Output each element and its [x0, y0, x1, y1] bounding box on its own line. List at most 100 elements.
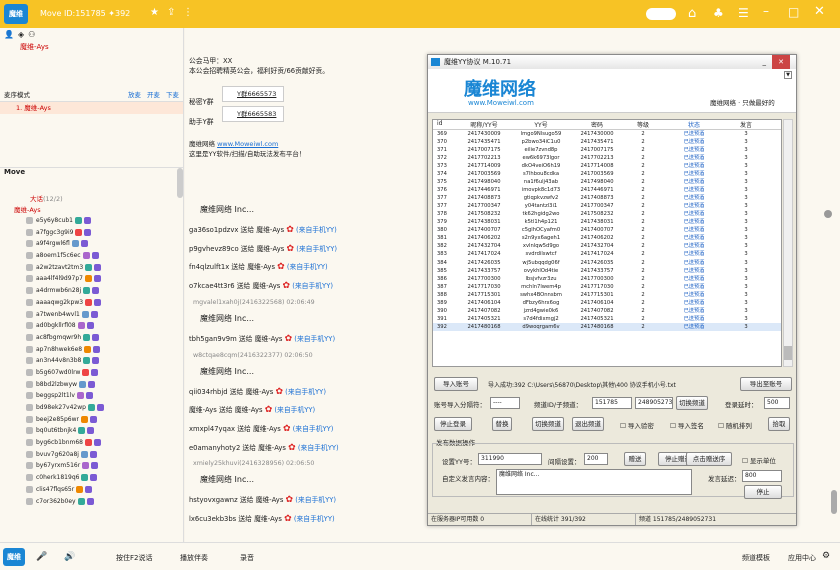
group-link[interactable]: Y群6665583 [222, 106, 284, 122]
mic-icon[interactable]: 🎤 [36, 552, 47, 562]
fetch-button[interactable]: 拾取 [768, 417, 790, 431]
user-list-item[interactable]: a7fggc3g9i9 [0, 227, 183, 239]
dropdown-icon[interactable]: ▼ [784, 71, 792, 79]
record[interactable]: 录音 [240, 553, 254, 563]
table-row[interactable]: 378 2417508232 tk62hgidg2wo 2417508232 2 已送预酒… [433, 210, 781, 218]
login-delay-input[interactable]: 500 [764, 397, 790, 409]
table-row[interactable]: 380 2417400707 c5glhOCyafm0 2417400707 2 已送预酒… [433, 226, 781, 234]
table-row[interactable]: 372 2417702213 ew6k6973lgor 2417702213 2 已送预酒… [433, 154, 781, 162]
shirt-icon[interactable]: ♣ [713, 6, 724, 20]
queue-op-down[interactable]: 下麦 [166, 88, 179, 101]
user-list-item[interactable]: a4drmwb6n28j [0, 285, 183, 297]
table-row[interactable]: 374 2417003569 s7lhbou8cdka 2417003569 2 已送预酒… [433, 170, 781, 178]
column-header[interactable]: id [433, 120, 455, 129]
separator-input[interactable]: ---- [490, 397, 520, 409]
user-list-item[interactable]: a9f4rgwl6fl [0, 238, 183, 250]
table-row[interactable]: 392 2417480168 d9woqrgam6v 2417480168 2 已送预酒 3 [433, 322, 781, 331]
chat-scrollbar[interactable] [831, 490, 837, 514]
shield-icon[interactable]: ◈ [18, 30, 24, 40]
user-icon[interactable]: 👤 [4, 30, 14, 40]
click-gift-button[interactable]: 点击赠送序 [686, 452, 732, 466]
table-row[interactable]: 376 2417446971 imovpk8c1d73 2417446971 2 已送预酒… [433, 186, 781, 194]
queue-op-open[interactable]: 开麦 [147, 88, 160, 101]
send-gift-button[interactable]: 赠送 [624, 452, 646, 466]
table-scrollbar[interactable] [783, 119, 793, 367]
more-icon[interactable]: ⋮ [183, 7, 193, 18]
home-icon[interactable]: ⌂ [688, 6, 696, 21]
column-header[interactable]: 发言 [727, 120, 765, 129]
admin-user[interactable]: 魔维-Ays [0, 204, 183, 215]
user-list-item[interactable]: byg6cb1bnm68 [0, 437, 183, 449]
user-list-item[interactable]: ad0bgkllrfl08 [0, 320, 183, 332]
close-icon[interactable]: ✕ [772, 55, 790, 69]
user-list-item[interactable]: ac8fbgmqwr9h [0, 332, 183, 344]
user-list-item[interactable]: by67yrxm516r [0, 460, 183, 472]
minimize-icon[interactable]: _ [763, 55, 767, 69]
table-row[interactable]: 379 2417438031 k5tl1h4p121 2417438031 2 已送预酒 3 [433, 218, 781, 226]
custom-message-input[interactable]: 魔维网络 Inc... [496, 469, 692, 495]
table-row[interactable]: 369 2417430009 lmgo9Nlsugo59 2417430000 2 已送预… [433, 130, 781, 138]
toggle-switch[interactable] [646, 8, 676, 20]
table-row[interactable]: 383 2417417024 svdrdilswtcf 2417417024 2 已送预酒… [433, 250, 781, 258]
column-header[interactable]: 状态 [661, 120, 727, 129]
column-header[interactable]: 等级 [625, 120, 661, 129]
table-row[interactable]: 377 2417700347 y04tantzl3i1 2417700347 2 已送预酒… [433, 202, 781, 210]
import-button[interactable]: 导入账号 [434, 377, 478, 391]
table-row[interactable]: 386 2417700300 lbsjvfvzr3zu 2417700300 2 已送预酒… [433, 275, 781, 283]
table-row[interactable]: 381 2417406202 s2n9yx6ageh1 2417406202 2 已送预酒… [433, 234, 781, 242]
subchannel-id-input[interactable]: 2489052731 [635, 397, 673, 409]
checkbox-sign[interactable]: ☐ 导入签名 [670, 420, 704, 430]
user-list-item[interactable]: a2w2tzavt2tm3 [0, 262, 183, 274]
user-list-item[interactable]: a8oem1f5c6ec [0, 250, 183, 262]
share-icon[interactable]: ⇪ [167, 7, 175, 18]
stop-speak-button[interactable]: 停止 [744, 485, 782, 499]
table-row[interactable]: 375 2417498040 na1f6ulj43ab 2417498040 2 已送预酒… [433, 178, 781, 186]
channel-template[interactable]: 频道模板 [742, 553, 770, 563]
owner-name[interactable]: 魔维-Ays [0, 42, 183, 56]
table-row[interactable]: 384 2417426035 wj5ubqqdg06f 2417426035 2 已送预酒… [433, 259, 781, 267]
table-row[interactable]: 371 2417007175 eilie7zvnd8p 2417007175 2 已送预酒… [433, 146, 781, 154]
play-music[interactable]: 播放伴奏 [180, 553, 208, 563]
table-row[interactable]: 377 2417408873 gtiqpkvzwfv2 2417408873 2 已送预酒… [433, 194, 781, 202]
user-list-item[interactable]: beej2e85p6wr [0, 414, 183, 426]
checkbox-show-unit[interactable]: ☐ 显示单位 [742, 455, 776, 465]
table-row[interactable]: 390 2417407082 jzrd4gwie0k6 2417407082 2 已送预酒… [433, 307, 781, 315]
table-row[interactable]: 389 2417406104 dFbzy6hrx6og 2417406104 2 已送预酒… [433, 299, 781, 307]
user-list-item[interactable]: e5y6y8cub1 [0, 215, 183, 227]
user-list-item[interactable]: b8bd2lzbwyw [0, 379, 183, 391]
people-icon[interactable]: ⚇ [28, 30, 35, 40]
user-list-item[interactable]: bvuv7g620a8j [0, 449, 183, 461]
user-list-item[interactable]: b5g607wd0lrw [0, 367, 183, 379]
user-list-item[interactable]: clis47flqs65r [0, 484, 183, 496]
queue-op-release[interactable]: 放麦 [128, 88, 141, 101]
user-list-item[interactable]: an3n44v8n3b8 [0, 355, 183, 367]
set-yy-input[interactable]: 311990 [478, 453, 542, 465]
minimize-icon[interactable]: – [763, 4, 769, 18]
user-list-item[interactable]: aaaaqwg2kpw3 [0, 297, 183, 309]
star-icon[interactable]: ★ [150, 7, 159, 18]
user-list-item[interactable]: ap7n8hwek6e8 [0, 344, 183, 356]
table-row[interactable]: 388 2417715301 swhx4BOnnsbm 2417715301 2 已送预酒… [433, 291, 781, 299]
column-header[interactable]: YY号 [513, 120, 569, 129]
table-row[interactable]: 391 2417405321 s7d4fdixmgj2 2417405321 2 已送预酒… [433, 315, 781, 323]
maximize-icon[interactable]: □ [788, 5, 799, 19]
user-list-item[interactable]: c7or362b0ey [0, 496, 183, 508]
close-icon[interactable]: ✕ [814, 4, 825, 19]
checkbox-random[interactable]: ☐ 随机排列 [718, 420, 752, 430]
push-to-talk[interactable]: 按住F2说话 [116, 553, 152, 563]
exit-channel-button[interactable]: 退出频道 [572, 417, 604, 431]
table-row[interactable]: 370 2417435471 p2bwo34iC1u0 2417435471 2 已送预酒… [433, 138, 781, 146]
scrollbar[interactable] [177, 168, 183, 198]
speaker-icon[interactable]: 🔊 [64, 552, 75, 562]
table-row[interactable]: 385 2417433757 ovykhlOd4tie 2417433757 2 已送预酒… [433, 267, 781, 275]
speak-delay-input[interactable]: 800 [742, 470, 782, 482]
checkbox-verify[interactable]: ☐ 导入验密 [620, 420, 654, 430]
settings-icon[interactable]: ⚙ [822, 551, 830, 561]
queue-item[interactable]: 1. 魔维-Ays [0, 102, 183, 114]
column-header[interactable]: 密码 [569, 120, 625, 129]
table-row[interactable]: 382 2417432704 xvlnlqw5d9go 2417432704 2 已送预酒… [433, 242, 781, 250]
subchannel[interactable]: 大话(12/2) [0, 193, 183, 204]
column-header[interactable]: 昵称/YY号 [455, 120, 513, 129]
user-list-item[interactable]: bd98ek27v42wp [0, 402, 183, 414]
bottom-logo[interactable]: 魔维 [3, 548, 25, 566]
